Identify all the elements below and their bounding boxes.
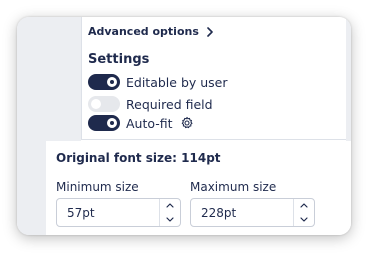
editable-by-user-toggle[interactable] [88, 74, 120, 90]
settings-panel: Advanced options Settings Editable by us… [81, 17, 346, 140]
minimum-size-stepper [56, 198, 181, 227]
auto-fit-toggle[interactable] [88, 115, 120, 131]
required-field-toggle[interactable] [88, 96, 120, 112]
maximum-size-step-buttons [293, 199, 314, 226]
original-font-size: Original font size: 114pt [56, 151, 221, 165]
minimum-size-increment[interactable] [160, 199, 180, 212]
auto-fit-label: Auto-fit [126, 115, 173, 131]
toggle-knob [107, 77, 117, 87]
toggle-row-editable: Editable by user [88, 74, 228, 90]
gear-icon[interactable] [180, 116, 194, 130]
advanced-options-label: Advanced options [88, 25, 199, 38]
advanced-options-link[interactable]: Advanced options [88, 25, 214, 38]
maximum-size-decrement[interactable] [294, 213, 314, 226]
maximum-size-increment[interactable] [294, 199, 314, 212]
options-card: Advanced options Settings Editable by us… [17, 17, 351, 235]
settings-heading: Settings [88, 52, 150, 67]
minimum-size-step-buttons [159, 199, 180, 226]
chevron-up-icon [166, 203, 174, 208]
maximum-size-input[interactable] [191, 199, 295, 226]
toggle-row-autofit: Auto-fit [88, 115, 194, 131]
minimum-size-decrement[interactable] [160, 213, 180, 226]
font-size-panel: Original font size: 114pt Minimum size M… [46, 141, 351, 235]
toggle-row-required: Required field [88, 96, 213, 112]
chevron-down-icon [166, 217, 174, 222]
maximum-size-label: Maximum size [190, 180, 277, 194]
required-field-label: Required field [126, 96, 213, 112]
minimum-size-label: Minimum size [56, 180, 139, 194]
chevron-right-icon [207, 26, 213, 37]
chevron-down-icon [300, 217, 308, 222]
toggle-knob [91, 99, 101, 109]
minimum-size-input[interactable] [57, 199, 161, 226]
chevron-up-icon [300, 203, 308, 208]
editable-by-user-label: Editable by user [126, 74, 228, 90]
maximum-size-stepper [190, 198, 315, 227]
toggle-knob [107, 118, 117, 128]
